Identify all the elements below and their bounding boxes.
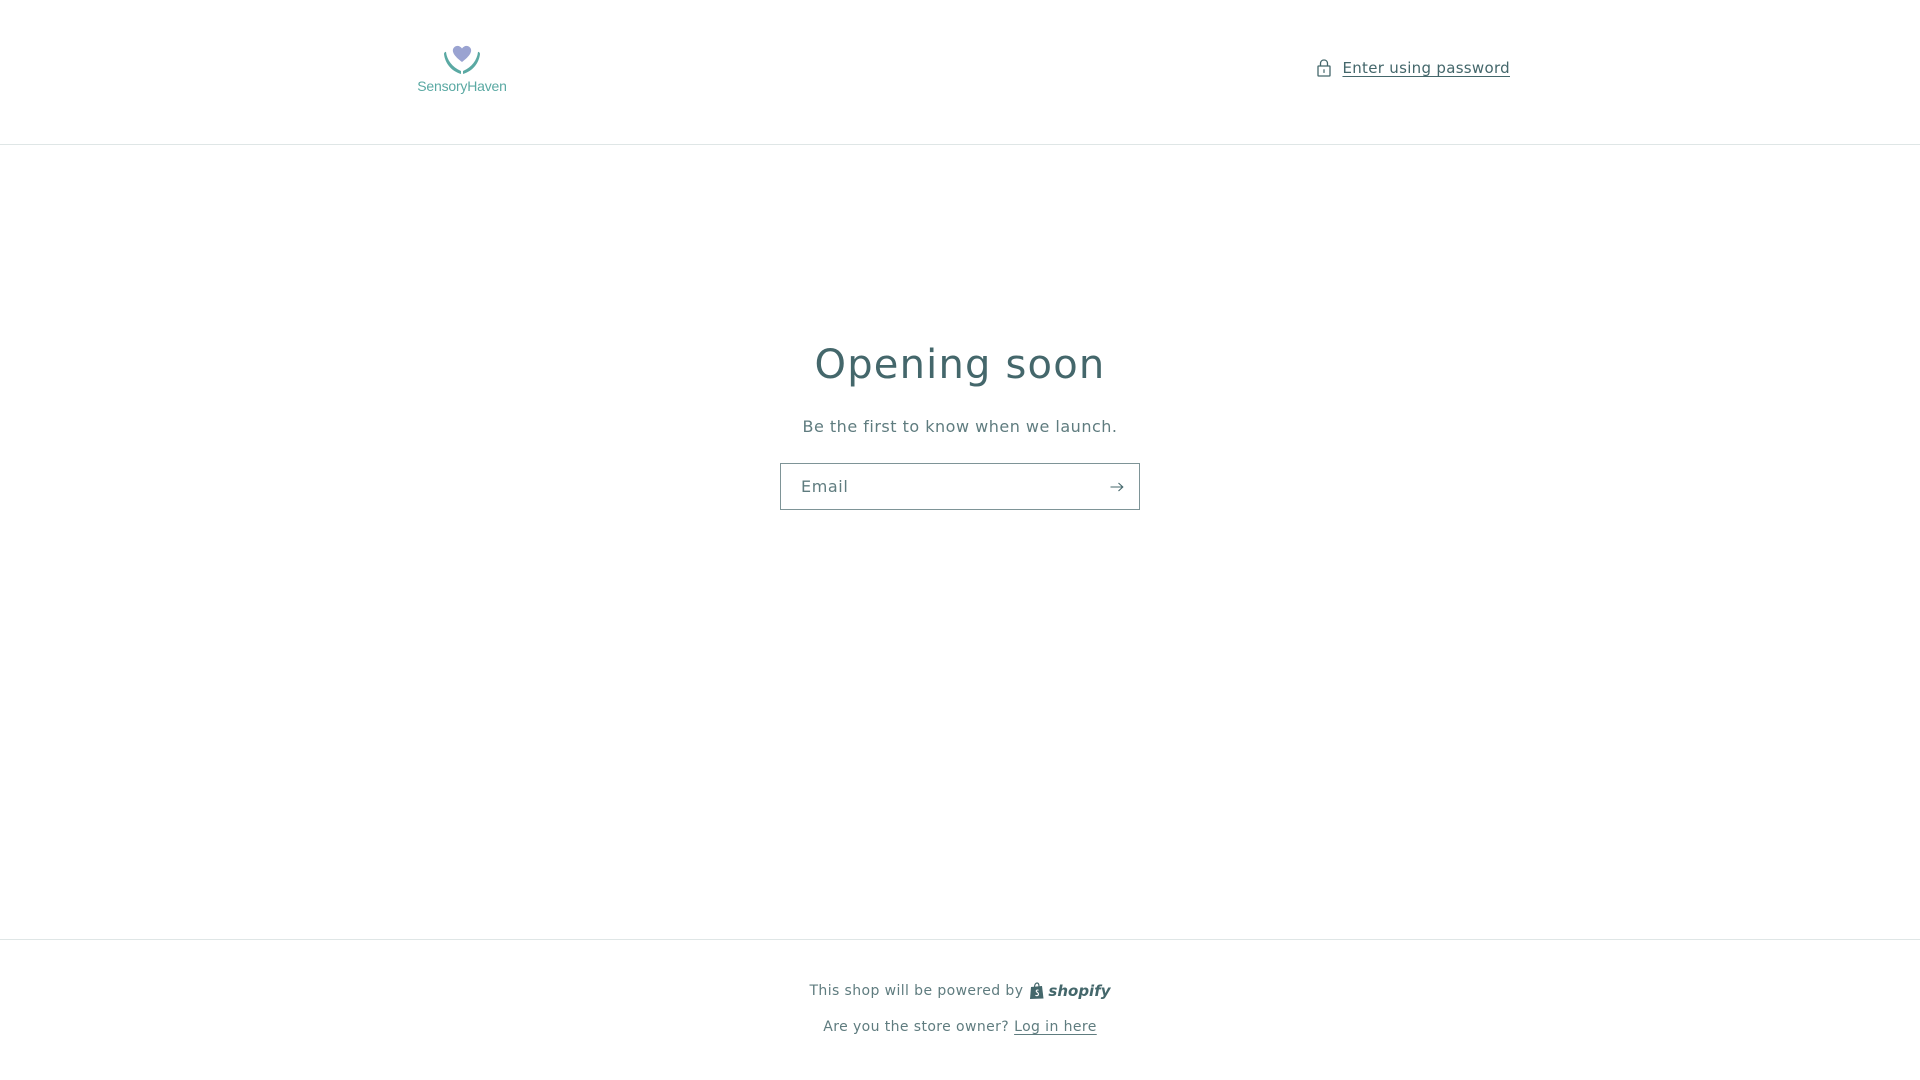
password-page: SensoryHaven Enter using password Openin… xyxy=(0,0,1920,1080)
shopify-bag-icon xyxy=(1030,982,1044,999)
login-link[interactable]: Log in here xyxy=(1014,1019,1097,1035)
powered-by-text: This shop will be powered by xyxy=(809,983,1024,999)
logo-wordmark: SensoryHaven xyxy=(417,78,507,94)
site-footer: This shop will be powered by shopify Are… xyxy=(0,939,1920,1080)
shopify-wordmark: shopify xyxy=(1048,982,1111,1000)
arrow-right-icon xyxy=(1110,482,1124,491)
store-owner-line: Are you the store owner? Log in here xyxy=(0,1019,1920,1035)
enter-using-password-link[interactable]: Enter using password xyxy=(1316,58,1510,78)
store-logo[interactable]: SensoryHaven xyxy=(414,42,510,98)
store-owner-text: Are you the store owner? xyxy=(823,1019,1010,1035)
page-subtitle: Be the first to know when we launch. xyxy=(802,417,1118,436)
email-input[interactable] xyxy=(781,464,1095,509)
lock-icon xyxy=(1317,59,1332,77)
heart-hands-icon xyxy=(444,45,480,74)
shopify-logo[interactable]: shopify xyxy=(1029,982,1111,1000)
page-title: Opening soon xyxy=(814,342,1106,388)
newsletter-form xyxy=(780,463,1140,510)
main-content: Opening soon Be the first to know when w… xyxy=(0,145,1920,939)
powered-by-line: This shop will be powered by shopify xyxy=(0,982,1920,1000)
site-header: SensoryHaven Enter using password xyxy=(0,0,1920,145)
enter-using-password-label: Enter using password xyxy=(1342,59,1510,77)
subscribe-button[interactable] xyxy=(1095,464,1139,509)
